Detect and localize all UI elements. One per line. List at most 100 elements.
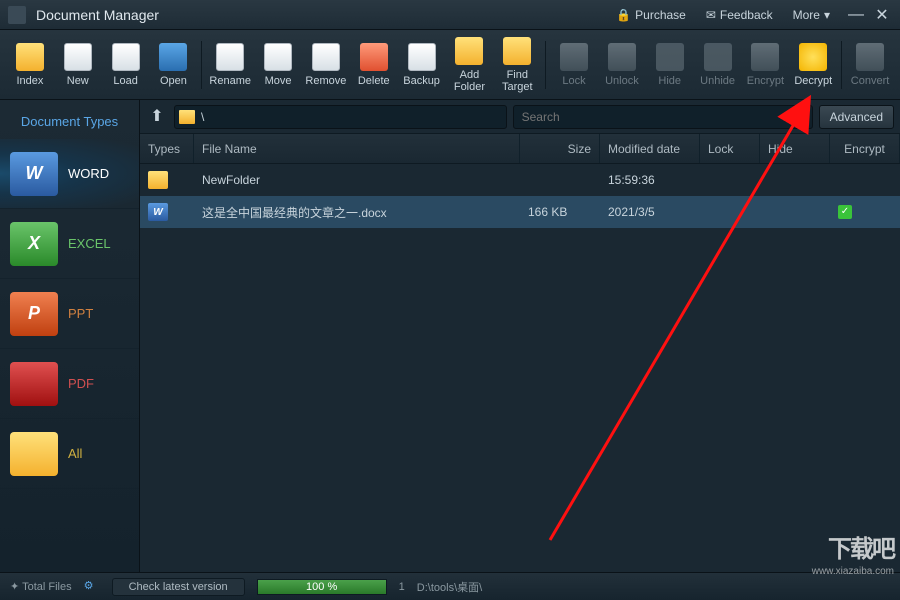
- open-button[interactable]: Open: [150, 43, 198, 87]
- delete-button[interactable]: Delete: [350, 43, 398, 87]
- document-open-icon: [159, 43, 187, 71]
- lock-icon: 🔒: [616, 8, 631, 22]
- folder-add-icon: [455, 37, 483, 65]
- document-load-icon: [112, 43, 140, 71]
- addfolder-button[interactable]: Add Folder: [446, 37, 494, 93]
- sidebar-item-ppt[interactable]: P PPT: [0, 279, 139, 349]
- file-list: NewFolder 15:59:36 W 这是全中国最经典的文章之一.docx …: [140, 164, 900, 572]
- encrypt-icon: [751, 43, 779, 71]
- sidebar-item-pdf[interactable]: PDF: [0, 349, 139, 419]
- decrypt-button[interactable]: Decrypt: [789, 43, 837, 87]
- findtarget-button[interactable]: Find Target: [493, 37, 541, 93]
- check-version-button[interactable]: Check latest version: [112, 578, 245, 596]
- purchase-button[interactable]: 🔒Purchase: [606, 5, 696, 25]
- toolbar-separator: [545, 41, 546, 89]
- file-size: 166 KB: [520, 205, 600, 219]
- breadcrumb[interactable]: \: [174, 105, 507, 129]
- excel-icon: X: [10, 222, 58, 266]
- word-file-icon: W: [148, 203, 168, 221]
- sidebar-item-label: WORD: [68, 166, 109, 181]
- sidebar-item-excel[interactable]: X EXCEL: [0, 209, 139, 279]
- unhide-button[interactable]: Unhide: [694, 43, 742, 87]
- hide-button[interactable]: Hide: [646, 43, 694, 87]
- all-folder-icon: [10, 432, 58, 476]
- check-icon: ✓: [838, 205, 852, 219]
- close-button[interactable]: ✕: [872, 5, 892, 25]
- remove-button[interactable]: Remove: [302, 43, 350, 87]
- sidebar: Document Types W WORD X EXCEL P PPT PDF …: [0, 100, 140, 572]
- move-icon: [264, 43, 292, 71]
- rename-icon: [216, 43, 244, 71]
- status-path: D:\tools\桌面\: [417, 579, 482, 595]
- encrypt-button[interactable]: Encrypt: [742, 43, 790, 87]
- folder-icon: [148, 171, 168, 189]
- sidebar-item-all[interactable]: All: [0, 419, 139, 489]
- col-types[interactable]: Types: [140, 134, 194, 163]
- lock-button[interactable]: Lock: [550, 43, 598, 87]
- table-row[interactable]: W 这是全中国最经典的文章之一.docx 166 KB 2021/3/5 ✓: [140, 196, 900, 228]
- more-button[interactable]: More ▾: [783, 5, 840, 25]
- new-button[interactable]: New: [54, 43, 102, 87]
- settings-button[interactable]: ⚙: [84, 579, 100, 595]
- total-files-label: ✦ Total Files: [10, 580, 72, 593]
- remove-icon: [312, 43, 340, 71]
- file-name: 这是全中国最经典的文章之一.docx: [194, 204, 520, 221]
- decrypt-icon: [799, 43, 827, 71]
- file-modified: 15:59:36: [600, 173, 700, 187]
- backup-button[interactable]: Backup: [398, 43, 446, 87]
- app-title: Document Manager: [36, 7, 159, 23]
- document-new-icon: [64, 43, 92, 71]
- convert-button[interactable]: Convert: [846, 43, 894, 87]
- delete-icon: [360, 43, 388, 71]
- search-input[interactable]: [513, 105, 813, 129]
- advanced-button[interactable]: Advanced: [819, 105, 894, 129]
- unlock-icon: [608, 43, 636, 71]
- lock-icon: [560, 43, 588, 71]
- backup-icon: [408, 43, 436, 71]
- col-filename[interactable]: File Name: [194, 134, 520, 163]
- mail-icon: ✉: [706, 8, 716, 22]
- chevron-down-icon: ▾: [824, 8, 830, 22]
- pdf-icon: [10, 362, 58, 406]
- up-button[interactable]: ⬆: [146, 106, 168, 128]
- rename-button[interactable]: Rename: [206, 43, 254, 87]
- col-size[interactable]: Size: [520, 134, 600, 163]
- feedback-button[interactable]: ✉Feedback: [696, 5, 783, 25]
- path-text: \: [201, 110, 204, 124]
- file-modified: 2021/3/5: [600, 205, 700, 219]
- ppt-icon: P: [10, 292, 58, 336]
- main-panel: ⬆ \ Advanced Types File Name Size Modifi…: [140, 100, 900, 572]
- sidebar-item-word[interactable]: W WORD: [0, 139, 139, 209]
- minimize-button[interactable]: —: [846, 6, 866, 24]
- statusbar: ✦ Total Files ⚙ Check latest version 100…: [0, 572, 900, 600]
- unlock-button[interactable]: Unlock: [598, 43, 646, 87]
- app-icon: [8, 6, 26, 24]
- col-encrypt[interactable]: Encrypt: [830, 134, 900, 163]
- convert-icon: [856, 43, 884, 71]
- cloud-hide-icon: [656, 43, 684, 71]
- toolbar-separator: [841, 41, 842, 89]
- sidebar-heading: Document Types: [0, 100, 139, 139]
- toolbar-separator: [201, 41, 202, 89]
- folder-icon: [16, 43, 44, 71]
- load-button[interactable]: Load: [102, 43, 150, 87]
- col-modified[interactable]: Modified date: [600, 134, 700, 163]
- folder-icon: [179, 110, 195, 124]
- column-headers: Types File Name Size Modified date Lock …: [140, 134, 900, 164]
- word-icon: W: [10, 152, 58, 196]
- toolbar: Index New Load Open Rename Move Remove D…: [0, 30, 900, 100]
- table-row[interactable]: NewFolder 15:59:36: [140, 164, 900, 196]
- titlebar: Document Manager 🔒Purchase ✉Feedback Mor…: [0, 0, 900, 30]
- sidebar-item-label: PDF: [68, 376, 94, 391]
- col-lock[interactable]: Lock: [700, 134, 760, 163]
- cloud-unhide-icon: [704, 43, 732, 71]
- index-button[interactable]: Index: [6, 43, 54, 87]
- watermark: 下载吧 www.xiazaiba.com: [812, 534, 894, 578]
- pathbar: ⬆ \ Advanced: [140, 100, 900, 134]
- col-hide[interactable]: Hide: [760, 134, 830, 163]
- sidebar-item-label: All: [68, 446, 82, 461]
- file-count: 1: [399, 581, 405, 593]
- move-button[interactable]: Move: [254, 43, 302, 87]
- sidebar-item-label: EXCEL: [68, 236, 111, 251]
- sidebar-item-label: PPT: [68, 306, 93, 321]
